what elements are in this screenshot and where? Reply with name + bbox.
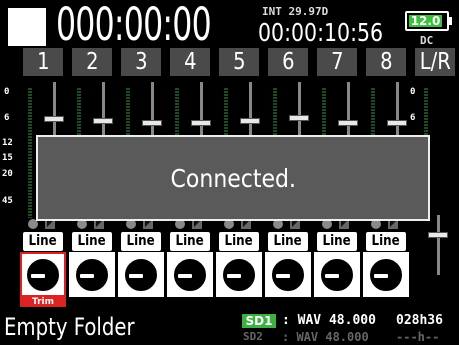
channel-header-1[interactable]: 1 <box>23 48 63 76</box>
channel-header-7[interactable]: 7 <box>317 48 357 76</box>
input-line-button-8[interactable]: Line <box>366 232 406 251</box>
sd2-remaining-time: ---h-- <box>396 330 440 344</box>
recording-timecode: 000:00:00 <box>56 0 212 51</box>
meter-scale-6: 6 <box>4 113 10 123</box>
dialog-message: Connected. <box>170 164 296 193</box>
input-line-button-3[interactable]: Line <box>121 232 161 251</box>
input-line-button-5[interactable]: Line <box>219 232 259 251</box>
trim-knob-2[interactable] <box>73 256 111 294</box>
input-line-button-1[interactable]: Line <box>23 232 63 251</box>
meter-scale-12: 12 <box>2 138 13 148</box>
trim-knob-1[interactable] <box>24 256 62 294</box>
channel-header-4[interactable]: 4 <box>170 48 210 76</box>
folder-name[interactable]: Empty Folder <box>4 313 135 341</box>
trim-label: Trim <box>20 297 66 307</box>
trim-knob-7[interactable] <box>318 256 356 294</box>
trim-knob-8[interactable] <box>367 256 405 294</box>
timecode-display: 00:00:10:56 <box>258 18 384 47</box>
sd1-format: : WAV 48.000 <box>282 313 376 328</box>
input-line-button-2[interactable]: Line <box>72 232 112 251</box>
channel-header-5[interactable]: 5 <box>219 48 259 76</box>
trim-knob-4[interactable] <box>171 256 209 294</box>
channel-header-3[interactable]: 3 <box>121 48 161 76</box>
meter-scale-15: 15 <box>2 153 13 163</box>
sd2-label: SD2 <box>243 330 263 343</box>
record-status-box <box>8 8 46 46</box>
fader-handle[interactable] <box>93 118 113 124</box>
channel-header-lr[interactable]: L/R <box>415 48 455 76</box>
connected-dialog: Connected. <box>36 135 430 221</box>
trim-knob-3[interactable] <box>122 256 160 294</box>
meter-scale-0: 0 <box>4 87 10 97</box>
timecode-mode-label: INT 29.97D <box>262 5 329 18</box>
lr-fader-track <box>437 215 440 275</box>
channel-header-8[interactable]: 8 <box>366 48 406 76</box>
meter-scale-45: 45 <box>2 196 13 206</box>
lr-fader-handle[interactable] <box>428 232 448 238</box>
level-meter <box>28 88 32 218</box>
lr-meter-scale-0: 0 <box>410 87 416 97</box>
channel-header-2[interactable]: 2 <box>72 48 112 76</box>
fader-handle[interactable] <box>191 120 211 126</box>
input-line-button-7[interactable]: Line <box>317 232 357 251</box>
fader-handle[interactable] <box>44 116 64 122</box>
trim-knob-5[interactable] <box>220 256 258 294</box>
battery-icon: 12.0 <box>405 11 452 31</box>
fader-handle[interactable] <box>142 120 162 126</box>
fader-handle[interactable] <box>240 118 260 124</box>
fader-handle[interactable] <box>338 120 358 126</box>
sd1-remaining-time: 028h36 <box>396 313 443 328</box>
sd1-badge: SD1 <box>242 314 276 328</box>
fader-handle[interactable] <box>289 115 309 121</box>
lr-meter-scale-6: 6 <box>410 113 416 123</box>
sd2-format: : WAV 48.000 <box>282 330 369 344</box>
input-line-button-4[interactable]: Line <box>170 232 210 251</box>
power-source-label: DC <box>420 34 434 47</box>
trim-knob-6[interactable] <box>269 256 307 294</box>
input-line-button-6[interactable]: Line <box>268 232 308 251</box>
meter-scale-20: 20 <box>2 169 13 179</box>
fader-handle[interactable] <box>387 120 407 126</box>
battery-voltage: 12.0 <box>409 14 442 28</box>
channel-header-6[interactable]: 6 <box>268 48 308 76</box>
